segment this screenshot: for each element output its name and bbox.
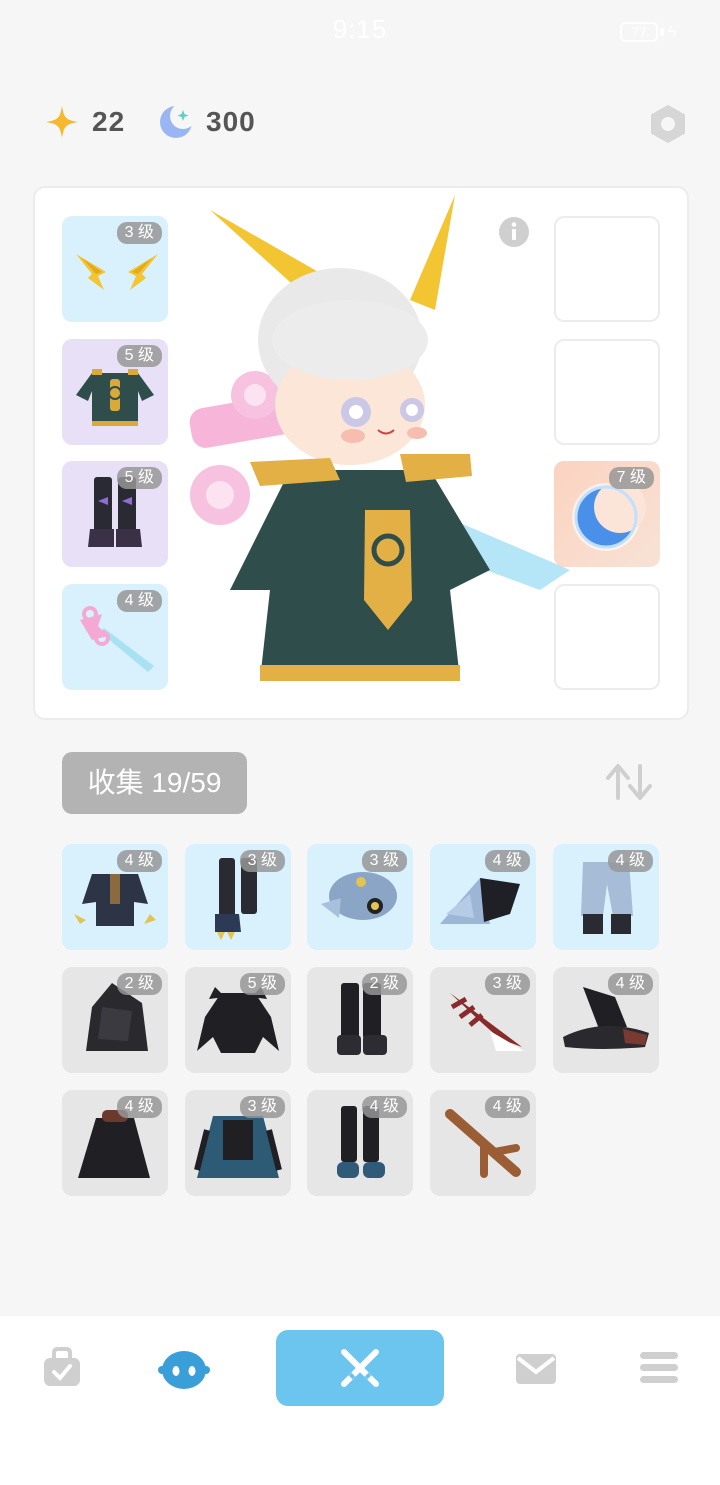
moon-count: 300 xyxy=(206,106,256,137)
equip-slot-feet[interactable]: 5 级 xyxy=(62,461,168,567)
star-currency[interactable]: 22 xyxy=(44,104,125,140)
battery-nub xyxy=(660,28,664,36)
item-level-badge: 3 级 xyxy=(239,1096,285,1118)
item-level-badge: 5 级 xyxy=(116,467,162,489)
item-level-badge: 4 级 xyxy=(607,850,653,872)
item-level-badge: 2 级 xyxy=(361,973,407,995)
settings-hexagon-icon[interactable] xyxy=(646,102,690,146)
item-level-badge: 4 级 xyxy=(484,850,530,872)
bottom-nav-bar xyxy=(0,1316,720,1485)
collection-item[interactable]: 3 级 xyxy=(430,967,536,1073)
collection-item[interactable]: 4 级 xyxy=(553,844,659,950)
status-bar: 9:15 77 ϟ xyxy=(0,0,720,60)
character-icon[interactable] xyxy=(158,1346,210,1390)
item-level-badge: 3 级 xyxy=(361,850,407,872)
item-level-badge: 3 级 xyxy=(484,973,530,995)
battery-icon: 77 xyxy=(620,22,658,42)
equip-slot-weapon[interactable]: 4 级 xyxy=(62,584,168,690)
item-level-badge: 7 级 xyxy=(608,467,654,489)
battery-level: 77 xyxy=(631,24,647,40)
collection-item[interactable]: 4 级 xyxy=(62,844,168,950)
moon-icon xyxy=(160,104,194,138)
collection-item[interactable]: 4 级 xyxy=(62,1090,168,1196)
collection-item[interactable]: 2 级 xyxy=(62,967,168,1073)
collection-item[interactable]: 3 级 xyxy=(307,844,413,950)
item-level-badge: 3 级 xyxy=(239,850,285,872)
star-icon xyxy=(46,106,78,138)
star-count: 22 xyxy=(92,106,126,137)
collection-item[interactable]: 3 级 xyxy=(185,844,291,950)
character-avatar xyxy=(189,195,570,681)
collection-item[interactable]: 4 级 xyxy=(553,967,659,1073)
mail-icon[interactable] xyxy=(514,1346,558,1390)
collection-item[interactable]: 2 级 xyxy=(307,967,413,1073)
item-level-badge: 3 级 xyxy=(116,222,162,244)
collection-item[interactable]: 3 级 xyxy=(185,1090,291,1196)
item-level-badge: 4 级 xyxy=(116,1096,162,1118)
menu-icon[interactable] xyxy=(638,1346,680,1390)
collection-item[interactable]: 5 级 xyxy=(185,967,291,1073)
sort-icon[interactable] xyxy=(604,762,654,802)
moon-currency[interactable]: 300 xyxy=(158,104,256,140)
item-level-badge: 5 级 xyxy=(239,973,285,995)
status-time: 9:15 xyxy=(332,14,388,44)
collection-item[interactable]: 4 级 xyxy=(430,1090,536,1196)
collection-count-button[interactable]: 收集 19/59 xyxy=(62,752,247,814)
battle-button[interactable] xyxy=(276,1330,444,1406)
equip-slot-body[interactable]: 5 级 xyxy=(62,339,168,445)
bag-icon[interactable] xyxy=(40,1346,84,1390)
equip-slot-wings[interactable]: 3 级 xyxy=(62,216,168,322)
item-level-badge: 4 级 xyxy=(116,590,162,612)
item-level-badge: 5 级 xyxy=(116,345,162,367)
item-level-badge: 4 级 xyxy=(484,1096,530,1118)
charging-icon: ϟ xyxy=(668,24,677,41)
item-level-badge: 4 级 xyxy=(361,1096,407,1118)
item-level-badge: 2 级 xyxy=(116,973,162,995)
item-level-badge: 4 级 xyxy=(607,973,653,995)
collection-item[interactable]: 4 级 xyxy=(307,1090,413,1196)
collection-item[interactable]: 4 级 xyxy=(430,844,536,950)
item-level-badge: 4 级 xyxy=(116,850,162,872)
crossed-swords-icon xyxy=(341,1349,379,1387)
